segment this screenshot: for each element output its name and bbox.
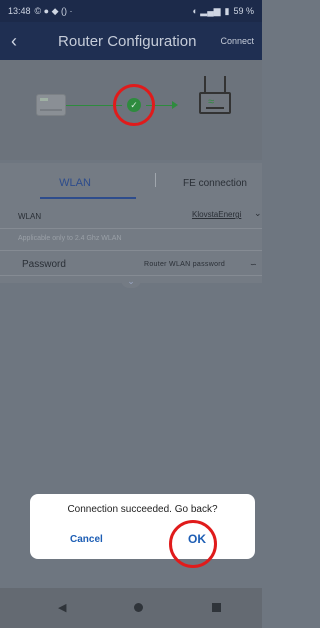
password-label: Password [22,259,66,270]
tab-fe-connection[interactable]: FE connection [168,163,262,203]
back-arrow-icon[interactable]: ‹ [0,31,28,52]
page-title: Router Configuration [58,32,197,50]
inverter-device-icon [36,94,66,116]
confirm-dialog: Connection succeeded. Go back? Cancel OK [30,494,255,559]
app-header: ‹ Router Configuration Connect [0,22,262,60]
router-icon: ≈ [195,76,235,126]
battery-percent: 59 % [233,6,254,16]
highlight-circle [169,520,217,568]
nav-back-icon[interactable]: ◀ [58,601,66,614]
eye-hidden-icon[interactable]: ∽ [250,260,257,269]
signal-icon: ◐ ▂▄▆ [192,5,221,16]
connection-diagram: ✓ ≈ [0,60,262,160]
connect-button[interactable]: Connect [220,36,262,46]
status-time: 13:48 [8,6,31,16]
cancel-button[interactable]: Cancel [70,534,103,545]
wlan-form: WLAN KlovstaEnergi ⌄ Applicable only to … [0,203,262,288]
nav-home-icon[interactable] [134,603,143,612]
highlight-circle [113,84,155,126]
wlan-select[interactable]: KlovstaEnergi [192,210,241,219]
tab-active-indicator [40,197,136,199]
expand-chevron-icon[interactable]: ⌄ [121,276,141,288]
notification-icons: © ● ◆ () · [34,5,73,16]
nav-recents-icon[interactable] [212,603,221,612]
dialog-message: Connection succeeded. Go back? [67,504,218,515]
tab-divider [155,173,156,187]
arrow-right-icon [172,101,178,109]
wlan-hint: Applicable only to 2.4 Ghz WLAN [18,235,122,242]
chevron-down-icon[interactable]: ⌄ [254,208,262,219]
tab-bar: WLAN FE connection [0,163,262,203]
system-nav-bar: ◀ [0,588,262,628]
battery-icon: ▮ [224,5,230,16]
wlan-select-row[interactable]: WLAN KlovstaEnergi ⌄ [0,203,262,229]
wlan-label: WLAN [18,212,42,221]
password-row[interactable]: Password Router WLAN password ∽ [0,250,262,276]
password-input[interactable]: Router WLAN password [144,261,225,268]
status-bar: 13:48 © ● ◆ () · ◐ ▂▄▆ ▮ 59 % [0,0,262,22]
